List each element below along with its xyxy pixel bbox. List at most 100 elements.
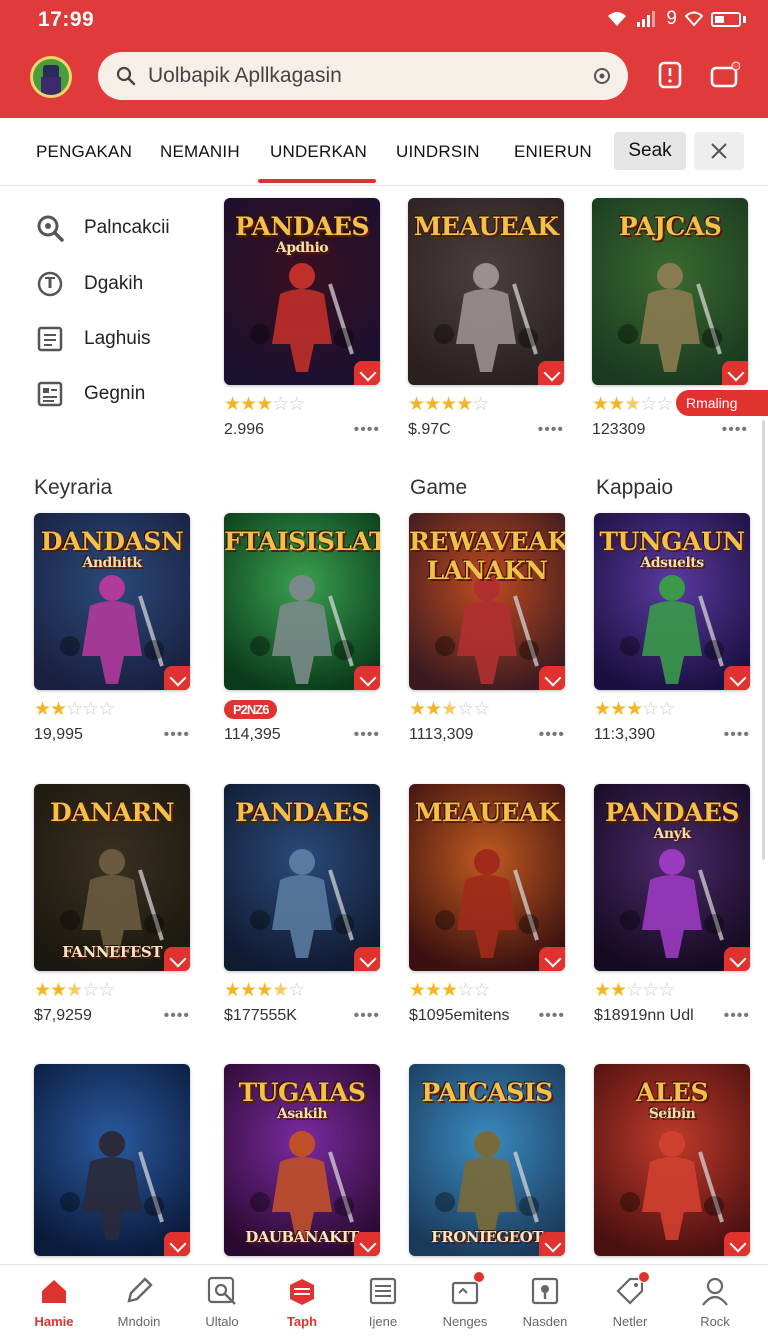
game-thumbnail[interactable]: MEAUEAK — [409, 784, 565, 971]
game-card[interactable]: PANDAES Apdhio ★★★☆☆ 2.996 •••• — [224, 198, 380, 441]
game-thumbnail[interactable]: DANDASN Andhitk — [34, 513, 190, 690]
nav-item-hamie[interactable]: Hamie — [14, 1275, 94, 1329]
tab-pengakan[interactable]: PENGAKAN — [36, 142, 132, 162]
game-card[interactable]: PAICASIS FRONIEGEOT — [409, 1064, 565, 1256]
nav-item-ultalo[interactable]: Ultalo — [182, 1275, 262, 1329]
nav-item-nasden[interactable]: Nasden — [505, 1275, 585, 1329]
download-corner-icon[interactable] — [539, 1232, 565, 1256]
nav-label: Rock — [700, 1314, 730, 1329]
nav-label: Nenges — [442, 1314, 488, 1329]
more-options-icon[interactable]: •••• — [164, 726, 190, 744]
game-thumbnail[interactable]: PANDAES Anyk — [594, 784, 750, 971]
nav-item-taph[interactable]: Taph — [262, 1275, 342, 1329]
sidebar-item-gegnin[interactable]: Gegnin — [36, 380, 145, 408]
more-options-icon[interactable]: •••• — [354, 1007, 380, 1025]
tab-enierun[interactable]: ENIERUN — [514, 142, 592, 162]
game-thumbnail[interactable]: ALES Seibin — [594, 1064, 750, 1256]
game-thumbnail[interactable]: PANDAES — [224, 784, 380, 971]
list-icon — [367, 1275, 399, 1307]
download-corner-icon[interactable] — [539, 666, 565, 690]
more-options-icon[interactable]: •••• — [539, 1007, 565, 1025]
download-corner-icon[interactable] — [538, 361, 564, 385]
game-thumbnail[interactable]: PAJCAS — [592, 198, 748, 385]
game-title: ALES — [635, 1078, 709, 1107]
nav-item-nenges[interactable]: Nenges — [425, 1271, 505, 1329]
game-thumbnail[interactable]: REWAVEAK LANAKN — [409, 513, 565, 690]
download-corner-icon[interactable] — [722, 361, 748, 385]
rating-stars: ★★★☆☆ — [592, 394, 673, 415]
list-icon — [37, 326, 63, 352]
game-subtitle: Apdhio — [275, 240, 329, 256]
download-corner-icon[interactable] — [539, 947, 565, 971]
game-title: TUGAIAS — [238, 1078, 366, 1107]
more-options-icon[interactable]: •••• — [538, 421, 564, 439]
game-thumbnail[interactable] — [34, 1064, 190, 1256]
download-corner-icon[interactable] — [724, 666, 750, 690]
more-options-icon[interactable]: •••• — [164, 1007, 190, 1025]
game-card[interactable] — [34, 1064, 190, 1256]
game-card[interactable]: REWAVEAK LANAKN ★★★☆☆ 1113,309 •••• — [409, 513, 565, 746]
sidebar-item-palncakcii[interactable]: Palncakcii — [36, 214, 170, 242]
game-art — [250, 849, 354, 958]
more-options-icon[interactable]: •••• — [722, 421, 748, 439]
game-thumbnail[interactable]: DANARN FANNEFEST — [34, 784, 190, 971]
game-card[interactable]: MEAUEAK ★★★☆☆ $1095emitens •••• — [409, 784, 565, 1027]
rating-stars: ★★★★☆ — [224, 980, 305, 1001]
avatar[interactable] — [30, 56, 72, 98]
sidebar-item-dgakih[interactable]: Dgakih — [36, 270, 143, 298]
game-thumbnail[interactable]: FTAISISLAT — [224, 513, 380, 690]
nav-item-netler[interactable]: Netler — [590, 1271, 670, 1329]
tab-nemanih[interactable]: NEMANIH — [160, 142, 240, 162]
game-card[interactable]: MEAUEAK ★★★★☆ $.97C •••• — [408, 198, 564, 441]
game-thumbnail[interactable]: PAICASIS FRONIEGEOT — [409, 1064, 565, 1256]
search-bar[interactable]: Uolbapik Apllkagasin — [98, 52, 628, 100]
notification-icon[interactable] — [710, 60, 740, 90]
game-art — [620, 1131, 724, 1240]
more-options-icon[interactable]: •••• — [539, 726, 565, 744]
tab-underkan[interactable]: UNDERKAN — [270, 142, 367, 162]
rating-stars: ★★☆☆☆ — [34, 699, 115, 720]
game-thumbnail[interactable]: PANDAES Apdhio — [224, 198, 380, 385]
more-options-icon[interactable]: •••• — [354, 421, 380, 439]
close-button[interactable] — [694, 132, 744, 170]
game-card[interactable]: PAJCAS ★★★☆☆ 123309 •••• — [592, 198, 748, 441]
seak-button[interactable]: Seak — [614, 132, 686, 170]
game-art — [435, 849, 539, 958]
sidebar-item-label: Gegnin — [84, 383, 146, 404]
download-corner-icon[interactable] — [164, 1232, 190, 1256]
game-thumbnail[interactable]: TUGAIAS Asakih DAUBANAKIT — [224, 1064, 380, 1256]
download-corner-icon[interactable] — [354, 1232, 380, 1256]
download-corner-icon[interactable] — [164, 947, 190, 971]
game-card[interactable]: TUNGAUN Adsuelts ★★★☆☆ 11:3,390 •••• — [594, 513, 750, 746]
download-corner-icon[interactable] — [724, 1232, 750, 1256]
game-subtitle: Seibin — [648, 1106, 696, 1122]
more-options-icon[interactable]: •••• — [724, 726, 750, 744]
game-meta: $.97C •••• — [408, 419, 564, 441]
sidebar-item-laghuis[interactable]: Laghuis — [36, 325, 151, 353]
download-corner-icon[interactable] — [724, 947, 750, 971]
scrollbar[interactable] — [762, 420, 765, 860]
search-input[interactable]: Uolbapik Apllkagasin — [148, 64, 342, 88]
download-corner-icon[interactable] — [354, 666, 380, 690]
game-thumbnail[interactable]: TUNGAUN Adsuelts — [594, 513, 750, 690]
download-corner-icon[interactable] — [354, 947, 380, 971]
nav-item-mndoin[interactable]: Mndoin — [99, 1275, 179, 1329]
nav-item-ijene[interactable]: Ijene — [343, 1275, 423, 1329]
tab-uindrsin[interactable]: UINDRSIN — [396, 142, 480, 162]
game-thumbnail[interactable]: MEAUEAK — [408, 198, 564, 385]
more-options-icon[interactable]: •••• — [724, 1007, 750, 1025]
game-card[interactable]: ALES Seibin — [594, 1064, 750, 1256]
more-options-icon[interactable]: •••• — [354, 726, 380, 744]
nav-item-rock[interactable]: Rock — [675, 1275, 755, 1329]
game-card[interactable]: PANDAES Anyk ★★☆☆☆ $18919nn Udl •••• — [594, 784, 750, 1027]
refresh-icon[interactable] — [592, 66, 612, 86]
game-card[interactable]: DANDASN Andhitk ★★☆☆☆ 19,995 •••• — [34, 513, 190, 746]
game-card[interactable]: DANARN FANNEFEST ★★★☆☆ $7,9259 •••• — [34, 784, 190, 1027]
download-corner-icon[interactable] — [354, 361, 380, 385]
download-corner-icon[interactable] — [164, 666, 190, 690]
game-card[interactable]: TUGAIAS Asakih DAUBANAKIT — [224, 1064, 380, 1256]
search-icon — [37, 215, 64, 242]
game-card[interactable]: FTAISISLAT P2NZ6 114,395 •••• — [224, 513, 380, 746]
game-card[interactable]: PANDAES ★★★★☆ $177555K •••• — [224, 784, 380, 1027]
bookmark-icon[interactable] — [655, 60, 685, 90]
